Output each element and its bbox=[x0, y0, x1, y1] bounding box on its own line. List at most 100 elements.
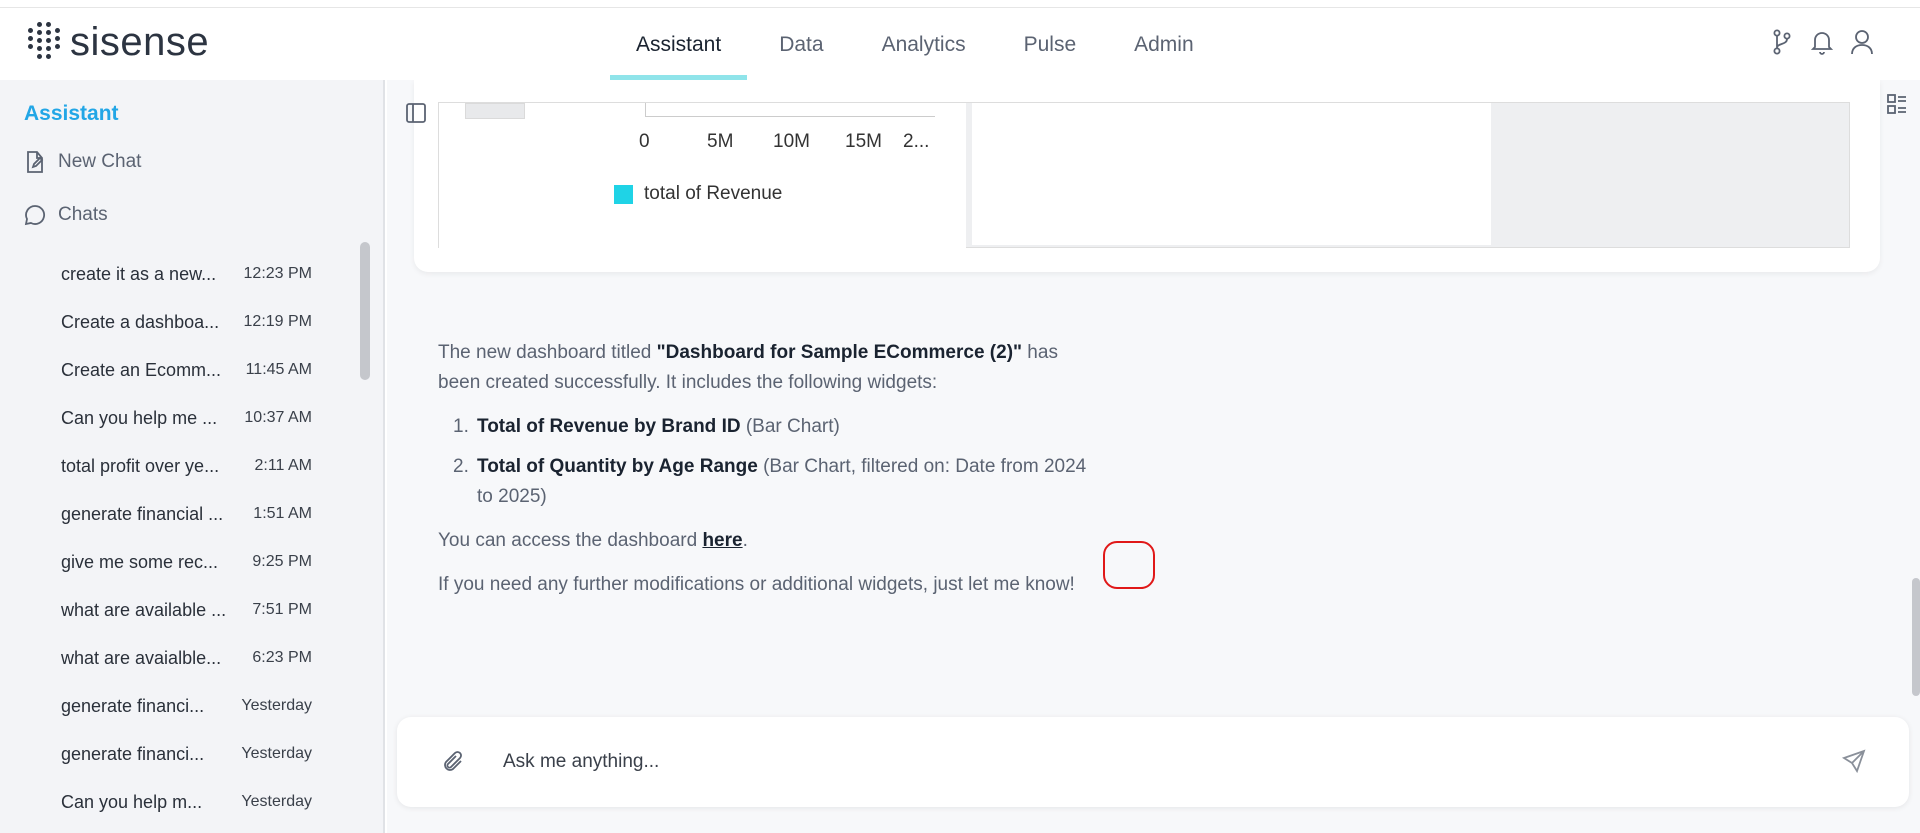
list-number: 2. bbox=[453, 456, 469, 477]
bar-chart-widget[interactable]: 0 5M 10M 15M 2... total of Revenue bbox=[439, 103, 966, 249]
x-tick: 15M bbox=[845, 131, 882, 152]
chat-time: 11:45 AM bbox=[245, 361, 312, 378]
chat-item[interactable]: Can you help me ... 10:37 AM bbox=[0, 394, 350, 442]
x-tick: 2... bbox=[903, 131, 930, 152]
main-nav: Assistant Data Analytics Pulse Admin bbox=[610, 8, 1226, 81]
tab-admin[interactable]: Admin bbox=[1108, 8, 1220, 81]
chat-item[interactable]: what are available ... 7:51 PM bbox=[0, 586, 350, 634]
chats-label: Chats bbox=[58, 204, 108, 225]
chats-section[interactable]: Chats bbox=[24, 204, 108, 226]
widget-thumbnail bbox=[465, 103, 525, 119]
assistant-message: The new dashboard titled "Dashboard for … bbox=[438, 338, 1088, 614]
chat-title: Create a dashboa... bbox=[61, 311, 220, 332]
new-chat-icon bbox=[27, 151, 44, 173]
tab-analytics[interactable]: Analytics bbox=[856, 8, 992, 81]
list-item: 1. Total of Revenue by Brand ID (Bar Char… bbox=[438, 412, 1088, 442]
access-text: . bbox=[742, 530, 748, 551]
chat-time: 12:19 PM bbox=[243, 313, 312, 330]
chat-title: Can you help m... bbox=[61, 791, 203, 812]
chat-list: create it as a new... 12:23 PM Create a d… bbox=[0, 250, 350, 826]
chat-item[interactable]: create it as a new... 12:23 PM bbox=[0, 250, 350, 298]
chat-time: Yesterday bbox=[241, 745, 312, 762]
chat-time: Yesterday bbox=[241, 697, 312, 714]
chat-title: what are available ... bbox=[61, 599, 227, 620]
dashboard-link[interactable]: here bbox=[702, 530, 742, 551]
chat-title: generate financi... bbox=[61, 743, 205, 764]
main-scrollbar[interactable] bbox=[1912, 578, 1920, 696]
chat-item[interactable]: Create an Ecomm... 11:45 AM bbox=[0, 346, 350, 394]
legend-swatch bbox=[614, 184, 633, 204]
chat-item[interactable]: what are avaialble... 6:23 PM bbox=[0, 634, 350, 682]
sisense-logo[interactable]: sisense bbox=[28, 22, 209, 62]
new-chat-label: New Chat bbox=[58, 151, 142, 172]
list-number: 1. bbox=[453, 416, 469, 437]
chat-item[interactable]: generate financi... Yesterday bbox=[0, 730, 350, 778]
tab-pulse[interactable]: Pulse bbox=[998, 8, 1103, 81]
tab-assistant[interactable]: Assistant bbox=[610, 8, 748, 81]
chat-title: Can you help me ... bbox=[61, 407, 218, 428]
chat-time: 12:23 PM bbox=[243, 265, 312, 282]
sidebar-title: Assistant bbox=[24, 102, 119, 125]
chat-time: Yesterday bbox=[241, 793, 312, 810]
chat-time: 2:11 AM bbox=[254, 457, 312, 474]
widget-list: 1. Total of Revenue by Brand ID (Bar Char… bbox=[438, 412, 1088, 512]
widget-grid: 0 5M 10M 15M 2... total of Revenue bbox=[438, 102, 1850, 249]
list-layout-icon bbox=[1887, 94, 1906, 114]
chat-item[interactable]: generate financi... Yesterday bbox=[0, 682, 350, 730]
logo-text: sisense bbox=[70, 20, 210, 64]
chat-item[interactable]: Create a dashboa... 12:19 PM bbox=[0, 298, 350, 346]
bell-icon[interactable] bbox=[1810, 28, 1834, 56]
chat-title: create it as a new... bbox=[61, 263, 217, 284]
user-icon[interactable] bbox=[1850, 28, 1874, 56]
chat-time: 9:25 PM bbox=[252, 553, 312, 570]
chat-item[interactable]: give me some rec... 9:25 PM bbox=[0, 538, 350, 586]
x-tick: 10M bbox=[773, 131, 810, 152]
attach-button[interactable] bbox=[441, 750, 465, 779]
chat-title: Create an Ecomm... bbox=[61, 359, 222, 380]
empty-widget[interactable] bbox=[972, 103, 1491, 245]
sidebar-toggle-icon bbox=[406, 103, 426, 123]
x-axis-line bbox=[645, 103, 935, 117]
access-line: You can access the dashboard here. bbox=[438, 526, 1088, 556]
layout-list-button[interactable] bbox=[1886, 93, 1908, 120]
send-icon bbox=[1841, 749, 1866, 774]
chat-bubble-icon bbox=[24, 205, 46, 226]
list-item: 2. Total of Quantity by Age Range (Bar Ch… bbox=[438, 452, 1088, 512]
chat-time: 10:37 AM bbox=[244, 409, 312, 426]
dashboard-title: "Dashboard for Sample ECommerce (2)" bbox=[656, 342, 1023, 363]
chat-item[interactable]: Can you help m... Yesterday bbox=[0, 778, 350, 826]
highlight-circle bbox=[1103, 541, 1155, 589]
tab-data[interactable]: Data bbox=[753, 8, 849, 81]
widget-detail: (Bar Chart) bbox=[740, 416, 840, 437]
message-intro: The new dashboard titled "Dashboard for … bbox=[438, 338, 1088, 398]
legend-label: total of Revenue bbox=[644, 183, 783, 204]
chat-title: total profit over ye... bbox=[61, 455, 220, 476]
chart-legend: total of Revenue bbox=[614, 183, 782, 205]
paperclip-icon bbox=[444, 751, 462, 771]
chat-item[interactable]: generate financial ... 1:51 AM bbox=[0, 490, 350, 538]
chat-title: generate financi... bbox=[61, 695, 205, 716]
x-tick: 0 bbox=[639, 131, 650, 152]
chat-time: 6:23 PM bbox=[252, 649, 312, 666]
top-icons bbox=[1770, 28, 1874, 56]
widget-name: Total of Quantity by Age Range bbox=[477, 456, 758, 477]
chat-time: 7:51 PM bbox=[252, 601, 312, 618]
assistant-sidebar: Assistant New Chat Chats create it as a … bbox=[0, 80, 385, 833]
chat-title: give me some rec... bbox=[61, 551, 219, 572]
dashboard-preview-card: 0 5M 10M 15M 2... total of Revenue bbox=[414, 80, 1880, 272]
logo-dots-icon bbox=[28, 22, 60, 62]
sidebar-scrollbar[interactable] bbox=[360, 242, 370, 380]
chat-item[interactable]: total profit over ye... 2:11 AM bbox=[0, 442, 350, 490]
git-branch-icon[interactable] bbox=[1770, 28, 1794, 56]
toggle-sidebar-button[interactable] bbox=[405, 102, 427, 129]
chat-title: generate financial ... bbox=[61, 503, 224, 524]
intro-text: The new dashboard titled bbox=[438, 342, 657, 363]
chat-input-box bbox=[397, 717, 1909, 807]
x-tick: 5M bbox=[707, 131, 734, 152]
chat-time: 1:51 AM bbox=[253, 505, 312, 522]
new-chat-button[interactable]: New Chat bbox=[24, 150, 141, 174]
chat-input[interactable] bbox=[503, 745, 1803, 779]
chat-title: what are avaialble... bbox=[61, 647, 222, 668]
access-text: You can access the dashboard bbox=[438, 530, 703, 551]
send-button[interactable] bbox=[1841, 748, 1867, 779]
